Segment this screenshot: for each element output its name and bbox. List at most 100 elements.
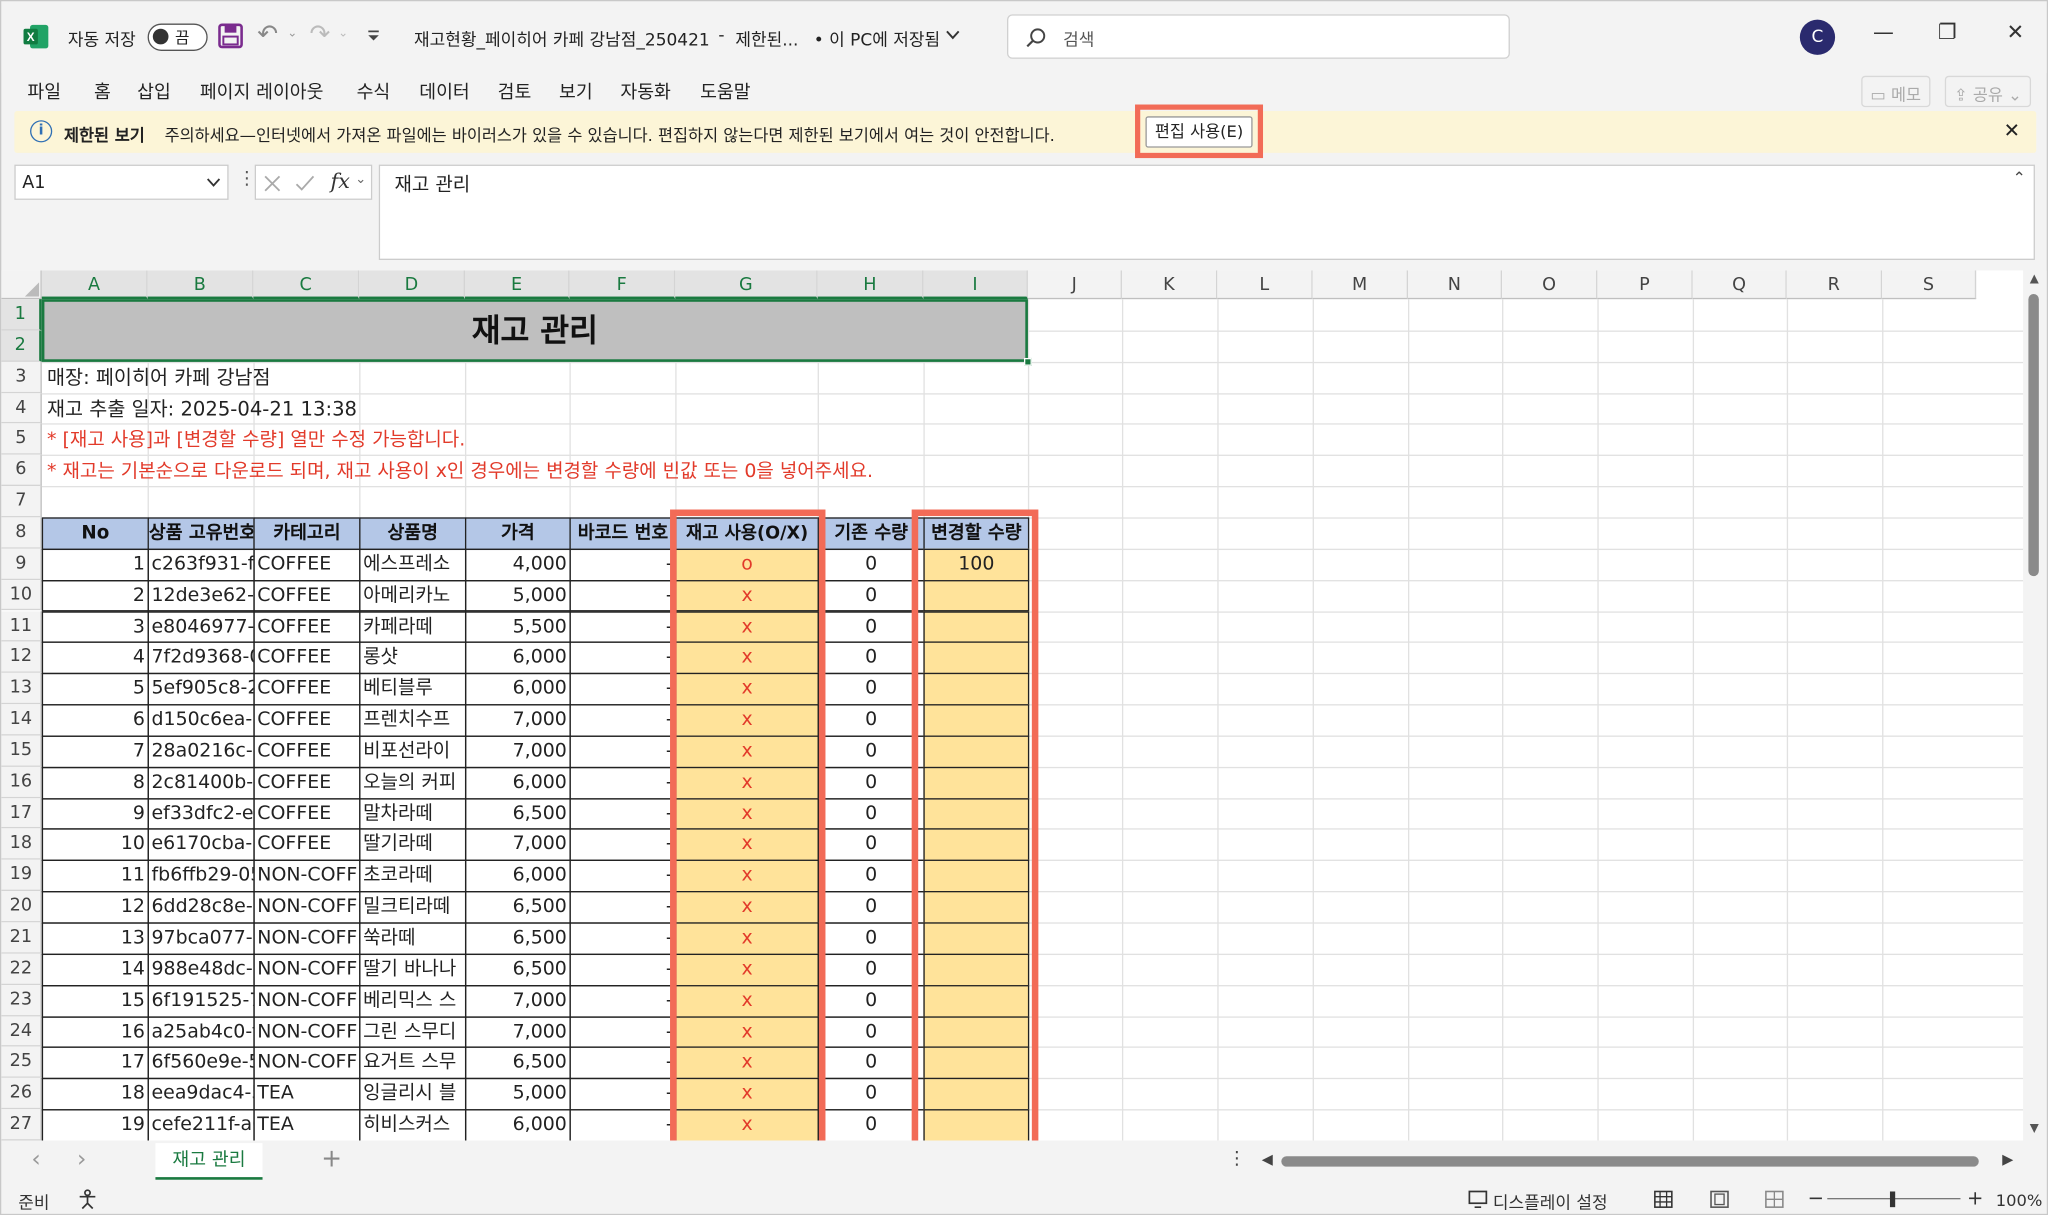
table-cell[interactable]: - [569, 1015, 677, 1049]
table-cell[interactable]: 0 [817, 735, 925, 768]
customize-toolbar-icon[interactable] [367, 30, 380, 43]
table-cell[interactable]: 6,000 [464, 860, 571, 893]
row-header[interactable]: 15 [1, 735, 42, 767]
menu-data[interactable]: 데이터 [419, 78, 469, 104]
row-header[interactable]: 26 [1, 1078, 42, 1110]
table-cell[interactable]: 7,000 [464, 735, 571, 768]
more-options-icon[interactable]: ⋮ [238, 169, 256, 190]
table-cell[interactable]: - [569, 579, 677, 613]
table-cell[interactable]: 6 [41, 704, 149, 737]
avatar[interactable]: C [1799, 19, 1836, 55]
menu-formulas[interactable]: 수식 [357, 78, 391, 104]
page-layout-icon[interactable] [1710, 1190, 1730, 1208]
table-cell[interactable]: 아메리카노 [359, 579, 467, 613]
message-close-button[interactable]: ✕ [2004, 119, 2020, 143]
table-cell[interactable]: 비포선라이 [359, 735, 467, 768]
menu-view[interactable]: 보기 [559, 78, 593, 104]
row-header[interactable]: 4 [1, 392, 42, 424]
zoom-in-button[interactable]: + [1967, 1186, 1983, 1210]
table-cell[interactable]: 7,000 [464, 1015, 571, 1049]
table-cell[interactable]: 6,000 [464, 766, 571, 800]
row-header[interactable]: 3 [1, 361, 42, 393]
scroll-left-icon[interactable]: ◀ [1262, 1151, 1273, 1168]
zoom-slider-thumb[interactable] [1889, 1191, 1896, 1208]
table-cell[interactable]: NON-COFFEE [253, 860, 361, 893]
table-cell[interactable]: 에스프레소 [359, 548, 467, 581]
table-cell[interactable]: COFFEE [253, 641, 361, 675]
collapse-formula-icon[interactable]: ⌃ [2013, 169, 2026, 187]
table-cell[interactable]: 0 [817, 1109, 925, 1141]
memo-button[interactable]: ▭ 메모 [1861, 75, 1931, 108]
table-cell[interactable]: 잉글리시 블 [359, 1078, 467, 1111]
table-cell[interactable]: - [569, 704, 677, 737]
table-cell[interactable]: 9 [41, 797, 149, 831]
row-header[interactable]: 17 [1, 797, 42, 829]
undo-icon[interactable]: ↶ [257, 20, 278, 49]
column-header[interactable]: P [1597, 270, 1693, 300]
table-cell[interactable]: 0 [817, 922, 925, 955]
fx-dropdown-icon[interactable]: ⌄ [355, 172, 366, 186]
table-cell[interactable]: 0 [817, 673, 925, 706]
table-cell[interactable]: COFFEE [253, 735, 361, 768]
table-cell[interactable]: - [569, 984, 677, 1018]
table-cell[interactable]: 4 [41, 641, 149, 675]
table-cell[interactable]: - [569, 891, 677, 924]
row-header[interactable]: 2 [1, 330, 42, 362]
table-cell[interactable]: 베티블루 [359, 673, 467, 706]
formula-input[interactable]: 재고 관리 ⌃ [378, 164, 2035, 260]
table-cell[interactable]: 말차라떼 [359, 797, 467, 831]
note-cell[interactable]: * 재고는 기본순으로 다운로드 되며, 재고 사용이 x인 경우에는 변경할 … [44, 456, 875, 487]
table-cell[interactable]: 0 [817, 797, 925, 831]
table-cell[interactable]: 6,000 [464, 673, 571, 706]
page-break-icon[interactable] [1765, 1190, 1785, 1208]
table-cell[interactable]: 오늘의 커피 [359, 766, 467, 800]
table-cell[interactable]: - [569, 860, 677, 893]
table-cell[interactable]: 0 [817, 1015, 925, 1049]
column-header[interactable]: G [675, 270, 818, 300]
row-header[interactable]: 11 [1, 610, 42, 642]
display-settings-icon[interactable] [1468, 1190, 1489, 1209]
table-cell[interactable]: 0 [817, 1078, 925, 1111]
table-cell[interactable]: NON-COFFEE [253, 891, 361, 924]
column-header[interactable]: O [1502, 270, 1598, 300]
function-icon[interactable]: fx [330, 169, 350, 194]
table-cell[interactable]: - [569, 735, 677, 768]
table-cell[interactable]: 롱샷 [359, 641, 467, 675]
column-header[interactable]: A [41, 270, 148, 300]
table-cell[interactable]: 988e48dc-2 [147, 953, 255, 986]
table-cell[interactable]: 6,500 [464, 953, 571, 986]
table-cell[interactable]: 13 [41, 922, 149, 955]
table-cell[interactable]: 0 [817, 704, 925, 737]
column-header[interactable]: M [1312, 270, 1408, 300]
row-header[interactable]: 6 [1, 454, 42, 487]
table-header-cell[interactable]: 기존 수량 [817, 517, 925, 550]
table-cell[interactable]: 0 [817, 1046, 925, 1080]
table-cell[interactable]: - [569, 766, 677, 800]
table-cell[interactable]: 10 [41, 828, 149, 862]
table-cell[interactable]: 14 [41, 953, 149, 986]
table-cell[interactable]: 11 [41, 860, 149, 893]
table-cell[interactable]: c263f931-f6 [147, 548, 255, 581]
table-cell[interactable]: 6,500 [464, 891, 571, 924]
column-header[interactable]: E [464, 270, 570, 300]
menu-automate[interactable]: 자동화 [620, 78, 670, 104]
row-header[interactable]: 13 [1, 673, 42, 705]
table-cell[interactable]: 0 [817, 953, 925, 986]
column-header[interactable]: F [569, 270, 676, 300]
table-cell[interactable]: 0 [817, 891, 925, 924]
table-header-cell[interactable]: No [41, 517, 149, 550]
export-date-cell[interactable]: 재고 추출 일자: 2025-04-21 13:38 [44, 393, 359, 424]
table-cell[interactable]: 2 [41, 579, 149, 613]
table-cell[interactable]: TEA [253, 1109, 361, 1141]
table-cell[interactable]: e8046977-5 [147, 610, 255, 644]
redo-dropdown-icon[interactable]: ⌄ [338, 27, 348, 40]
table-cell[interactable]: 밀크티라떼 [359, 891, 467, 924]
table-header-cell[interactable]: 상품명 [359, 517, 467, 550]
sheet-title-cell[interactable]: 재고 관리 [41, 299, 1028, 362]
column-header[interactable]: D [359, 270, 465, 300]
table-cell[interactable]: - [569, 953, 677, 986]
row-header[interactable]: 27 [1, 1109, 42, 1141]
share-button[interactable]: ⇪ 공유 ⌄ [1944, 75, 2031, 108]
name-box[interactable]: A1 [14, 164, 229, 200]
table-cell[interactable]: COFFEE [253, 548, 361, 581]
